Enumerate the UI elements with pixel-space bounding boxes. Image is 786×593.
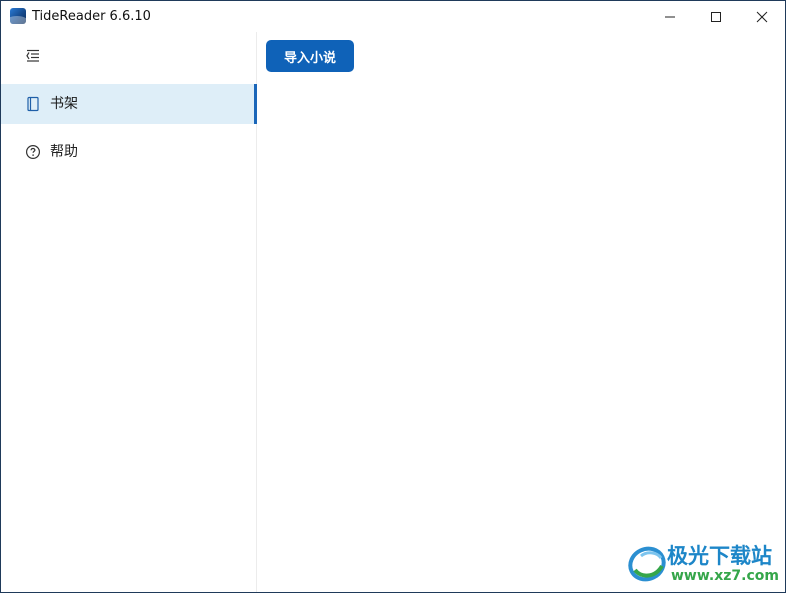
sidebar-item-label: 帮助 bbox=[50, 144, 78, 160]
import-novel-button[interactable]: 导入小说 bbox=[266, 40, 354, 72]
minimize-icon bbox=[665, 16, 675, 17]
tidereader-logo-icon bbox=[10, 8, 26, 24]
window-title: TideReader 6.6.10 bbox=[32, 9, 151, 24]
minimize-button[interactable] bbox=[647, 1, 693, 32]
watermark-url: www.xz7.com bbox=[671, 568, 779, 584]
menu-toggle-button[interactable] bbox=[23, 48, 43, 64]
title-bar: TideReader 6.6.10 bbox=[1, 1, 785, 32]
sidebar-item-label: 书架 bbox=[50, 96, 78, 112]
close-icon bbox=[756, 11, 768, 22]
book-icon bbox=[27, 96, 39, 112]
maximize-icon bbox=[711, 11, 721, 22]
maximize-button[interactable] bbox=[693, 1, 739, 32]
sidebar: 书架 帮助 bbox=[1, 32, 257, 592]
help-circle-icon bbox=[25, 144, 41, 160]
watermark: 极光下载站 www.xz7.com bbox=[627, 542, 783, 586]
app-window: TideReader 6.6.10 书架 帮助 导入小说 极光下载站 www.x… bbox=[0, 0, 786, 593]
watermark-name: 极光下载站 bbox=[667, 544, 772, 568]
sidebar-item-help[interactable]: 帮助 bbox=[1, 132, 257, 172]
close-button[interactable] bbox=[739, 1, 785, 32]
sidebar-item-bookshelf[interactable]: 书架 bbox=[1, 84, 257, 124]
aurora-logo-icon bbox=[628, 546, 666, 582]
main-content: 导入小说 bbox=[258, 32, 785, 592]
menu-collapse-icon bbox=[26, 49, 39, 62]
